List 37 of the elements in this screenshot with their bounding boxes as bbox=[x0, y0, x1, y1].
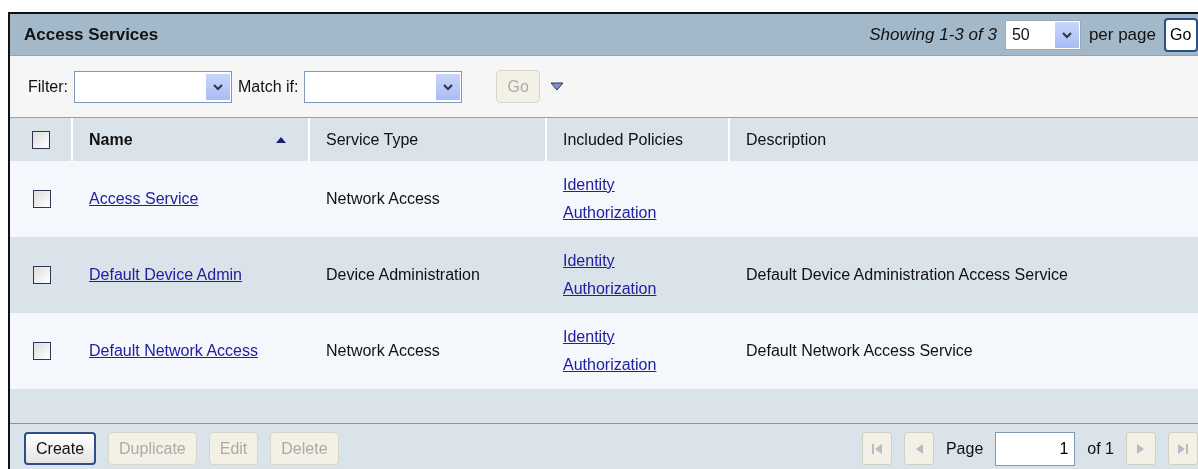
first-page-icon bbox=[870, 441, 883, 456]
service-link[interactable]: Default Network Access bbox=[89, 342, 258, 360]
service-link[interactable]: Default Device Admin bbox=[89, 266, 242, 284]
match-label: Match if: bbox=[238, 77, 299, 96]
column-header[interactable]: Name bbox=[89, 130, 133, 149]
policy-link[interactable]: Identity bbox=[563, 328, 615, 346]
policy-link[interactable]: Authorization bbox=[563, 204, 657, 222]
table-cell: Default Network Access Service bbox=[746, 342, 973, 360]
dropdown-triangle-icon[interactable] bbox=[549, 82, 564, 91]
action-button[interactable]: Create bbox=[24, 432, 97, 465]
panel-title: Access Services bbox=[24, 24, 159, 45]
service-link[interactable]: Access Service bbox=[89, 190, 199, 208]
select-all-checkbox[interactable] bbox=[31, 130, 50, 149]
policy-link[interactable]: Authorization bbox=[563, 356, 657, 374]
last-page-icon bbox=[1177, 441, 1189, 456]
filter-select[interactable] bbox=[74, 70, 232, 103]
match-select[interactable] bbox=[304, 70, 463, 103]
go-button[interactable]: Go bbox=[1164, 17, 1198, 52]
page-total: of 1 bbox=[1087, 439, 1114, 458]
per-page-label: per page bbox=[1088, 24, 1156, 45]
table-cell: Default Device Administration Access Service bbox=[746, 266, 1068, 284]
per-page-select[interactable]: 50 bbox=[1004, 19, 1081, 50]
page-label: Page bbox=[945, 439, 984, 458]
policy-link[interactable]: Identity bbox=[563, 176, 615, 194]
policy-link[interactable]: Authorization bbox=[563, 280, 657, 298]
policy-link[interactable]: Identity bbox=[563, 252, 615, 270]
table-cell: Network Access bbox=[326, 342, 440, 360]
row-checkbox[interactable] bbox=[32, 266, 51, 284]
filter-label: Filter: bbox=[28, 77, 68, 96]
column-header[interactable]: Description bbox=[746, 130, 827, 149]
row-checkbox[interactable] bbox=[32, 190, 51, 208]
table-cell: Network Access bbox=[326, 190, 440, 208]
row-checkbox[interactable] bbox=[32, 342, 51, 360]
column-header[interactable]: Service Type bbox=[326, 130, 419, 149]
page-field[interactable]: 1 bbox=[995, 431, 1076, 466]
table-cell: Device Administration bbox=[326, 266, 480, 284]
result-count: Showing 1-3 of 3 bbox=[869, 24, 997, 45]
